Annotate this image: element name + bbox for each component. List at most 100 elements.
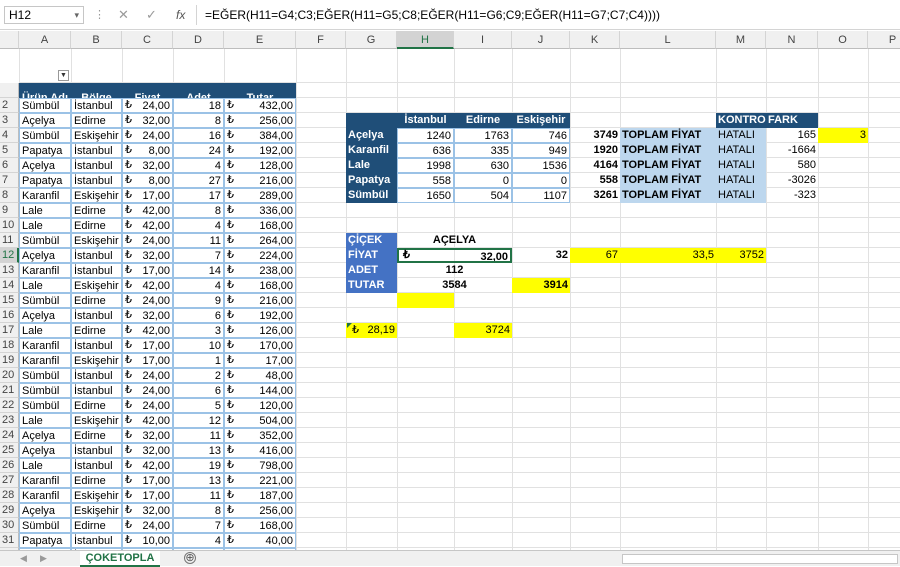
horizontal-scrollbar[interactable] <box>622 554 898 564</box>
table-cell-adet: 9 <box>173 293 224 308</box>
row-header-24[interactable]: 24 <box>0 428 19 443</box>
row-header-1[interactable]: 1 <box>0 83 19 111</box>
pivot-total: 3261 <box>593 189 618 201</box>
row-header-23[interactable]: 23 <box>0 413 19 428</box>
row-header-6[interactable]: 6 <box>0 158 19 173</box>
column-header-m[interactable]: M <box>716 31 766 49</box>
worksheet-grid[interactable]: ABCDEFGHIJKLMNOP123456789101112131415161… <box>0 31 900 550</box>
row-header-7[interactable]: 7 <box>0 173 19 188</box>
row-header-12[interactable]: 12 <box>0 248 19 263</box>
pivot-value: 949 <box>512 143 570 158</box>
column-header-g[interactable]: G <box>346 31 397 49</box>
currency-symbol: ₺ <box>227 219 234 231</box>
row-header-10[interactable]: 10 <box>0 218 19 233</box>
row-header-2[interactable]: 2 <box>0 98 19 113</box>
column-header-c[interactable]: C <box>122 31 173 49</box>
add-sheet-icon[interactable]: ⊕ <box>184 552 196 564</box>
column-header-h[interactable]: H <box>397 31 454 49</box>
row-header-14[interactable]: 14 <box>0 278 19 293</box>
column-header-j[interactable]: J <box>512 31 570 49</box>
kontrol-value: HATALI <box>716 143 766 158</box>
table-cell-adet: 8 <box>173 113 224 128</box>
column-header-f[interactable]: F <box>296 31 346 49</box>
row-header-31[interactable]: 31 <box>0 533 19 548</box>
row-header-29[interactable]: 29 <box>0 503 19 518</box>
row-header-30[interactable]: 30 <box>0 518 19 533</box>
tab-prev-icon[interactable]: ◀ <box>20 553 27 564</box>
fiyat-value[interactable]: 32,00 <box>397 248 512 263</box>
row-header-27[interactable]: 27 <box>0 473 19 488</box>
formula-input[interactable]: =EĞER(H11=G4;C3;EĞER(H11=G5;C8;EĞER(H11=… <box>196 5 896 25</box>
cell-m12: 3752 <box>716 248 766 263</box>
table-cell-tutar: 238,00 <box>224 263 296 278</box>
table-cell-adet: 3 <box>173 323 224 338</box>
table-cell-tutar: 216,00 <box>224 173 296 188</box>
sheet-tab-coketopla[interactable]: ÇOKETOPLA <box>80 551 160 567</box>
row-header-21[interactable]: 21 <box>0 383 19 398</box>
row-header-4[interactable]: 4 <box>0 128 19 143</box>
table-cell-urun: Sümbül <box>19 293 71 308</box>
cancel-icon[interactable]: ✕ <box>118 6 129 24</box>
column-header-a[interactable]: A <box>19 31 71 49</box>
name-box[interactable]: H12 ▾ <box>4 6 84 24</box>
row-header-9[interactable]: 9 <box>0 203 19 218</box>
row-header-11[interactable]: 11 <box>0 233 19 248</box>
row-header-5[interactable]: 5 <box>0 143 19 158</box>
insert-function-icon[interactable]: fx <box>176 6 185 24</box>
table-cell-adet: 6 <box>173 308 224 323</box>
select-all-corner[interactable] <box>0 31 19 49</box>
table-cell-bolge: İstanbul <box>71 443 122 458</box>
table-cell-adet: 13 <box>173 473 224 488</box>
tab-next-icon[interactable]: ▶ <box>40 553 47 564</box>
currency-symbol: ₺ <box>125 234 132 246</box>
table-cell-adet: 27 <box>173 173 224 188</box>
row-header-26[interactable]: 26 <box>0 458 19 473</box>
currency-symbol: ₺ <box>227 204 234 216</box>
row-header-28[interactable]: 28 <box>0 488 19 503</box>
row-header-25[interactable]: 25 <box>0 443 19 458</box>
row-header-13[interactable]: 13 <box>0 263 19 278</box>
currency-symbol: ₺ <box>227 264 234 276</box>
row-header-17[interactable]: 17 <box>0 323 19 338</box>
column-header-l[interactable]: L <box>620 31 716 49</box>
column-header-n[interactable]: N <box>766 31 818 49</box>
table-cell-tutar: 216,00 <box>224 293 296 308</box>
row-header-18[interactable]: 18 <box>0 338 19 353</box>
column-header-e[interactable]: E <box>224 31 296 49</box>
row-header-8[interactable]: 8 <box>0 188 19 203</box>
column-header-p[interactable]: P <box>868 31 900 49</box>
row-header-15[interactable]: 15 <box>0 293 19 308</box>
fiyat-label: FİYAT <box>346 248 397 263</box>
table-cell-bolge: İstanbul <box>71 248 122 263</box>
column-header-b[interactable]: B <box>71 31 122 49</box>
column-header-i[interactable]: I <box>454 31 512 49</box>
column-header-d[interactable]: D <box>173 31 224 49</box>
currency-symbol: ₺ <box>227 384 234 396</box>
row-header-22[interactable]: 22 <box>0 398 19 413</box>
filter-dropdown-icon[interactable]: ▼ <box>58 70 69 81</box>
table-cell-adet: 1 <box>173 353 224 368</box>
row-header-19[interactable]: 19 <box>0 353 19 368</box>
table-cell-adet: 7 <box>173 248 224 263</box>
sheet-tab-bar: ◀ ▶ ÇOKETOPLA ⊕ <box>0 550 900 567</box>
chevron-down-icon[interactable]: ▾ <box>74 8 79 23</box>
enter-icon[interactable]: ✓ <box>146 6 157 24</box>
pivot-value: 1107 <box>512 188 570 203</box>
currency-symbol: ₺ <box>227 534 234 546</box>
gridline-vertical <box>868 49 869 550</box>
row-header-3[interactable]: 3 <box>0 113 19 128</box>
currency-symbol: ₺ <box>125 504 132 516</box>
fark-header: FARK <box>766 113 818 128</box>
table-cell-bolge: İstanbul <box>71 368 122 383</box>
table-cell-adet: 5 <box>173 398 224 413</box>
column-header-o[interactable]: O <box>818 31 868 49</box>
currency-symbol: ₺ <box>125 159 132 171</box>
column-header-k[interactable]: K <box>570 31 620 49</box>
pivot-value: 1650 <box>397 188 454 203</box>
currency-symbol: ₺ <box>125 399 132 411</box>
table-cell-bolge: İstanbul <box>71 263 122 278</box>
fark-value: 165 <box>797 129 816 141</box>
row-header-16[interactable]: 16 <box>0 308 19 323</box>
row-header-20[interactable]: 20 <box>0 368 19 383</box>
currency-symbol: ₺ <box>227 99 234 111</box>
